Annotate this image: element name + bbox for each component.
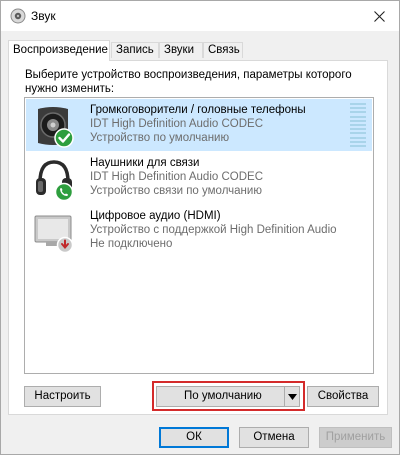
apply-button[interactable]: Применить bbox=[319, 427, 392, 448]
device-item-hdmi[interactable]: Цифровое аудио (HDMI) Устройство с подде… bbox=[26, 205, 372, 257]
device-item-speakers[interactable]: Громкоговорители / головные телефоны IDT… bbox=[26, 99, 372, 151]
window-title: Звук bbox=[31, 9, 56, 23]
chevron-down-icon bbox=[287, 393, 297, 400]
device-list[interactable]: Громкоговорители / головные телефоны IDT… bbox=[24, 97, 374, 374]
communications-phone-badge bbox=[54, 182, 74, 202]
monitor-icon bbox=[34, 215, 74, 254]
tab-sounds[interactable]: Звуки bbox=[159, 42, 203, 58]
device-name: Громкоговорители / головные телефоны bbox=[90, 104, 306, 116]
device-status: Устройство по умолчанию bbox=[90, 132, 230, 144]
volume-level-meter bbox=[350, 103, 366, 147]
playback-panel: Выберите устройство воспроизведения, пар… bbox=[8, 60, 388, 415]
properties-button[interactable]: Свойства bbox=[307, 386, 379, 407]
device-driver: IDT High Definition Audio CODEC bbox=[90, 118, 263, 130]
sound-dialog: Звук Воспроизведение Запись Звуки Связь … bbox=[0, 0, 400, 455]
device-name: Цифровое аудио (HDMI) bbox=[90, 210, 221, 222]
tab-communications[interactable]: Связь bbox=[203, 42, 243, 58]
instruction-text: Выберите устройство воспроизведения, пар… bbox=[25, 69, 352, 95]
default-check-badge bbox=[54, 128, 74, 148]
headphones-icon bbox=[36, 160, 74, 202]
speaker-title-icon bbox=[10, 8, 26, 24]
device-status: Устройство связи по умолчанию bbox=[90, 185, 262, 197]
device-driver: Устройство с поддержкой High Definition … bbox=[90, 224, 337, 236]
device-item-headset[interactable]: Наушники для связи IDT High Definition A… bbox=[26, 152, 372, 204]
tab-recording[interactable]: Запись bbox=[111, 42, 159, 58]
configure-button[interactable]: Настроить bbox=[24, 386, 101, 407]
close-icon bbox=[373, 10, 385, 22]
ok-button[interactable]: ОК bbox=[159, 427, 229, 448]
speaker-icon bbox=[38, 107, 74, 148]
disconnected-badge bbox=[56, 236, 74, 254]
close-button[interactable] bbox=[365, 4, 393, 28]
device-status: Не подключено bbox=[90, 238, 173, 250]
device-name: Наушники для связи bbox=[90, 157, 200, 169]
title-bar: Звук bbox=[1, 1, 399, 31]
tab-playback[interactable]: Воспроизведение bbox=[8, 40, 110, 61]
set-default-dropdown[interactable] bbox=[284, 387, 299, 406]
set-default-button[interactable]: По умолчанию bbox=[156, 386, 300, 407]
device-driver: IDT High Definition Audio CODEC bbox=[90, 171, 263, 183]
cancel-button[interactable]: Отмена bbox=[239, 427, 309, 448]
set-default-label: По умолчанию bbox=[184, 390, 262, 402]
